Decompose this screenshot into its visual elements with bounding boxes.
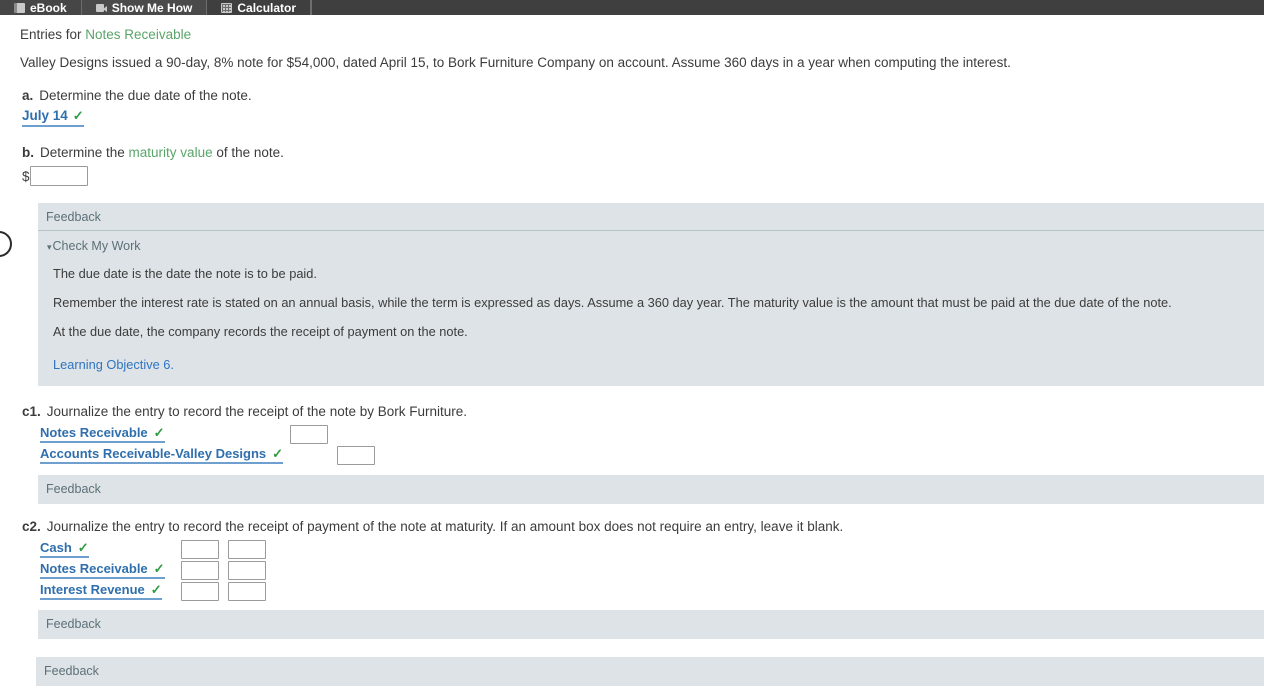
table-row: Accounts Receivable-Valley Designs ✓	[40, 445, 1264, 465]
correct-check-icon: ✓	[77, 540, 89, 556]
currency-symbol: $	[22, 168, 30, 184]
part-c2-label: c2.	[22, 518, 41, 534]
correct-check-icon: ✓	[153, 561, 165, 577]
table-row: Interest Revenue ✓	[40, 581, 1264, 601]
account-select-accounts-receivable-valley-designs[interactable]: Accounts Receivable-Valley Designs ✓	[40, 446, 284, 465]
part-a-answer-value: July 14	[22, 108, 68, 123]
question-part-b: b. Determine the maturity value of the no…	[0, 127, 1264, 160]
table-row: Notes Receivable ✓	[40, 560, 1264, 580]
feedback-line-3: At the due date, the company records the…	[53, 323, 468, 339]
feedback-bar-c2[interactable]: Feedback	[38, 609, 1264, 639]
feedback-panel-header: Feedback	[38, 203, 1264, 231]
glossary-term-maturity-value[interactable]: maturity value	[129, 145, 213, 160]
page-title-prefix: Entries for	[20, 27, 86, 42]
page-title: Entries for Notes Receivable	[0, 15, 1264, 42]
toolbar-tab-calculator-label: Calculator	[237, 0, 297, 15]
correct-check-icon: ✓	[153, 425, 165, 441]
account-select-cash[interactable]: Cash ✓	[40, 540, 89, 559]
question-part-a: a. Determine the due date of the note.	[0, 70, 1264, 103]
maturity-value-input[interactable]	[29, 166, 88, 186]
toolbar-tab-show-me-how[interactable]: Show Me How	[81, 0, 208, 15]
toolbar-tab-calculator[interactable]: Calculator	[207, 0, 312, 15]
account-label: Notes Receivable	[40, 561, 148, 577]
feedback-line-1: The due date is the date the note is to …	[53, 266, 317, 281]
correct-check-icon: ✓	[272, 446, 284, 462]
part-c1-prompt: Journalize the entry to record the recei…	[46, 403, 468, 419]
question-part-c1: c1. Journalize the entry to record the re…	[0, 386, 1264, 419]
toolbar-spacer	[311, 0, 1264, 15]
top-toolbar: eBook Show Me How Calculator	[0, 0, 1264, 15]
part-a-prompt: Determine the due date of the note.	[39, 88, 252, 103]
part-a-label: a.	[22, 88, 34, 103]
credit-input-c2-row1[interactable]	[228, 539, 266, 559]
journal-entry-c2: Cash ✓ Notes Receivable ✓ Interest Reven…	[40, 539, 1264, 601]
account-select-notes-receivable-c2[interactable]: Notes Receivable ✓	[40, 561, 165, 580]
toolbar-tab-show-me-how-label: Show Me How	[111, 0, 193, 15]
account-label: Notes Receivable	[40, 425, 148, 441]
debit-input-c2-row3[interactable]	[181, 581, 219, 601]
table-row: Cash ✓	[40, 539, 1264, 559]
glossary-term-notes-receivable[interactable]: Notes Receivable	[85, 27, 191, 42]
debit-input-c1-row1[interactable]	[290, 424, 328, 444]
exercise-content: Entries for Notes Receivable Valley Desi…	[0, 15, 1264, 686]
part-a-answer-select[interactable]: July 14 ✓	[22, 108, 84, 127]
debit-input-c2-row1[interactable]	[181, 539, 219, 559]
part-b-prompt-before: Determine the	[40, 145, 129, 160]
table-row: Notes Receivable ✓	[40, 424, 1264, 444]
part-b-label: b.	[22, 145, 34, 160]
correct-check-icon: ✓	[72, 108, 84, 123]
feedback-panel: Feedback ▾Check My Work The due date is …	[38, 203, 1264, 386]
calculator-icon	[221, 2, 233, 13]
correct-check-icon: ✓	[150, 582, 162, 598]
journal-entry-c1: Notes Receivable ✓ Accounts Receivable-V…	[40, 424, 1264, 465]
account-label: Interest Revenue	[40, 582, 145, 598]
part-c1-label: c1.	[22, 403, 41, 419]
toolbar-tab-ebook-label: eBook	[30, 0, 67, 15]
credit-input-c2-row2[interactable]	[228, 560, 266, 580]
question-part-c2: c2. Journalize the entry to record the re…	[0, 504, 1264, 534]
credit-input-c1-row2[interactable]	[337, 445, 375, 465]
account-select-interest-revenue[interactable]: Interest Revenue ✓	[40, 582, 162, 601]
book-icon	[14, 2, 25, 13]
part-b-answer-row: $	[22, 166, 1264, 186]
account-label: Cash	[40, 540, 72, 556]
check-my-work-label: Check My Work	[52, 239, 141, 253]
credit-input-c2-row3[interactable]	[228, 581, 266, 601]
check-my-work-toggle[interactable]: ▾Check My Work	[38, 231, 1264, 253]
problem-statement: Valley Designs issued a 90-day, 8% note …	[20, 55, 1011, 70]
part-b-prompt-after: of the note.	[212, 145, 284, 160]
account-select-notes-receivable-c1[interactable]: Notes Receivable ✓	[40, 425, 165, 444]
chevron-down-icon: ▾	[47, 242, 52, 252]
account-label: Accounts Receivable-Valley Designs	[40, 446, 267, 462]
feedback-bar-bottom[interactable]: Feedback	[36, 656, 1264, 686]
learning-objective-link[interactable]: Learning Objective 6.	[38, 340, 1264, 372]
toolbar-tab-ebook[interactable]: eBook	[0, 0, 82, 15]
debit-input-c2-row2[interactable]	[181, 560, 219, 580]
video-icon	[95, 3, 107, 13]
feedback-bar-c1[interactable]: Feedback	[38, 474, 1264, 504]
part-c2-prompt: Journalize the entry to record the recei…	[46, 518, 844, 534]
feedback-line-2: Remember the interest rate is stated on …	[53, 294, 1172, 310]
